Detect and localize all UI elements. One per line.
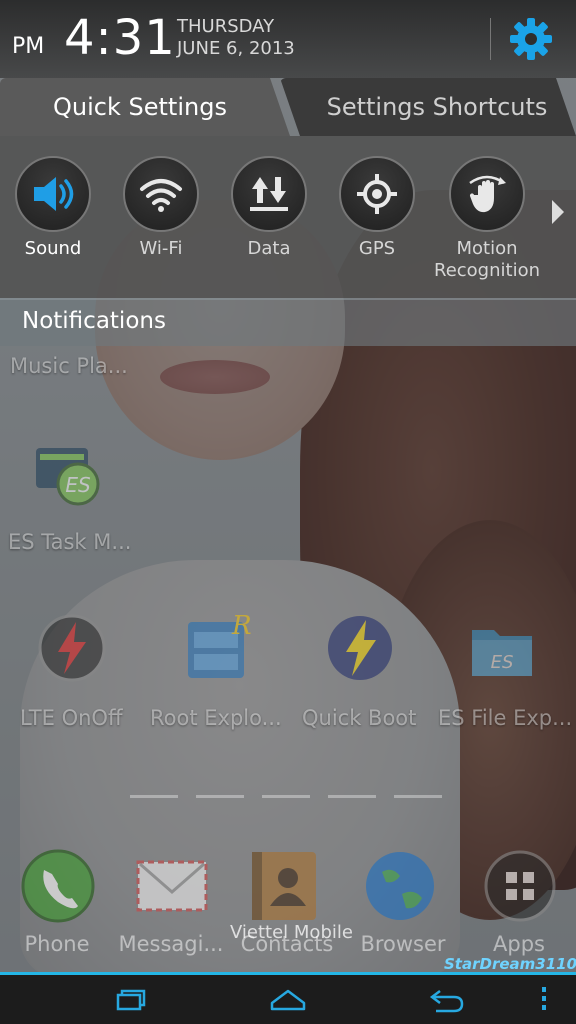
carrier-label: Viettel Mobile bbox=[230, 922, 353, 943]
data-arrows-icon bbox=[250, 177, 288, 211]
page-dot bbox=[130, 795, 178, 798]
messaging-icon[interactable] bbox=[134, 848, 210, 924]
contacts-icon[interactable] bbox=[248, 848, 324, 924]
tab-label: Settings Shortcuts bbox=[326, 93, 548, 121]
hand-motion-icon bbox=[469, 175, 506, 213]
home-label-es-task[interactable]: ES Task M... bbox=[8, 530, 131, 554]
qs-gps[interactable]: GPS bbox=[322, 156, 432, 260]
header-divider bbox=[490, 18, 491, 60]
es-task-manager-icon[interactable]: ES bbox=[32, 440, 104, 512]
dock-label-browser[interactable]: Browser bbox=[348, 932, 458, 956]
qs-wifi[interactable]: Wi-Fi bbox=[106, 156, 216, 260]
apps-grid-icon[interactable] bbox=[482, 848, 558, 924]
qs-data[interactable]: Data bbox=[214, 156, 324, 260]
page-indicator bbox=[130, 795, 445, 799]
quick-settings-panel: Sound Wi-Fi Data GPS Motion Recognition bbox=[0, 136, 576, 298]
qs-motion-recognition[interactable]: Motion Recognition bbox=[430, 156, 544, 282]
qs-label: Wi-Fi bbox=[139, 238, 183, 259]
browser-globe-icon[interactable] bbox=[362, 848, 438, 924]
qs-label: Motion Recognition bbox=[434, 238, 540, 281]
home-label-quick-boot[interactable]: Quick Boot bbox=[302, 706, 416, 730]
home-icon[interactable] bbox=[268, 983, 308, 1015]
qs-label: Data bbox=[247, 238, 291, 259]
navigation-bar bbox=[0, 975, 576, 1024]
settings-gear-icon[interactable] bbox=[508, 16, 554, 62]
home-label-music[interactable]: Music Pla... bbox=[10, 354, 128, 378]
phone-icon[interactable] bbox=[20, 848, 96, 924]
notifications-title: Notifications bbox=[22, 308, 166, 334]
overflow-menu-icon[interactable] bbox=[528, 983, 568, 1015]
date-text[interactable]: JUNE 6, 2013 bbox=[177, 38, 295, 59]
tab-settings-shortcuts[interactable]: Settings Shortcuts bbox=[280, 78, 576, 136]
lte-onoff-icon[interactable] bbox=[36, 612, 108, 684]
recent-apps-icon[interactable] bbox=[110, 983, 150, 1015]
svg-text:R: R bbox=[231, 612, 252, 641]
back-icon[interactable] bbox=[428, 983, 468, 1015]
clock-time[interactable]: 4:31 bbox=[64, 10, 176, 66]
page-dot bbox=[196, 795, 244, 798]
watermark-text: StarDream3110 bbox=[444, 955, 576, 973]
speaker-icon bbox=[34, 177, 74, 211]
qs-sound[interactable]: Sound bbox=[0, 156, 108, 260]
page-dot bbox=[262, 795, 310, 798]
quick-boot-icon[interactable] bbox=[324, 612, 396, 684]
dock-label-phone[interactable]: Phone bbox=[2, 932, 112, 956]
tab-label: Quick Settings bbox=[53, 93, 227, 121]
qs-label: Sound bbox=[24, 238, 82, 259]
qs-label: GPS bbox=[358, 238, 396, 259]
es-file-explorer-icon[interactable]: ES bbox=[466, 612, 538, 684]
qs-data-button[interactable] bbox=[231, 156, 307, 232]
home-label-root-explorer[interactable]: Root Explo... bbox=[150, 706, 282, 730]
svg-text:ES: ES bbox=[65, 473, 91, 497]
home-label-es-file[interactable]: ES File Exp... bbox=[438, 706, 572, 730]
dock-label-apps[interactable]: Apps bbox=[464, 932, 574, 956]
dock-label-messaging[interactable]: Messagi... bbox=[116, 932, 226, 956]
page-dot bbox=[394, 795, 442, 798]
notifications-header: Notifications bbox=[0, 298, 576, 346]
panel-tabs: Settings Shortcuts Quick Settings bbox=[0, 78, 576, 136]
home-label-lte[interactable]: LTE OnOff bbox=[20, 706, 122, 730]
tab-quick-settings[interactable]: Quick Settings bbox=[0, 78, 290, 136]
svg-text:ES: ES bbox=[491, 652, 514, 673]
wifi-icon bbox=[140, 179, 182, 212]
day-of-week: THURSDAY bbox=[177, 16, 275, 37]
root-explorer-icon[interactable]: R bbox=[182, 612, 254, 684]
gps-icon bbox=[357, 174, 397, 214]
page-dot bbox=[328, 795, 376, 798]
status-header: PM 4:31 THURSDAY JUNE 6, 2013 bbox=[0, 0, 576, 78]
qs-gps-button[interactable] bbox=[339, 156, 415, 232]
qs-sound-button[interactable] bbox=[15, 156, 91, 232]
chevron-right-icon[interactable] bbox=[552, 200, 564, 224]
qs-motion-button[interactable] bbox=[449, 156, 525, 232]
am-pm-indicator: PM bbox=[12, 34, 45, 59]
qs-wifi-button[interactable] bbox=[123, 156, 199, 232]
